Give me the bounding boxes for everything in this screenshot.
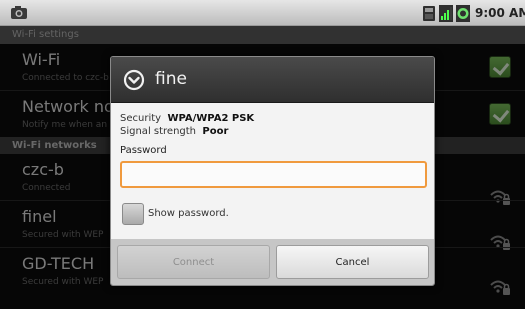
show-password-label: Show password. — [148, 208, 229, 219]
signal-info: Signal strength Poor — [120, 126, 228, 137]
status-icons: 9:00 AM — [422, 3, 525, 23]
security-value: WPA/WPA2 PSK — [167, 113, 255, 124]
chevron-down-circle-icon — [123, 69, 145, 91]
camera-icon — [11, 6, 27, 19]
password-label: Password — [120, 145, 167, 156]
dialog-buttons: Connect Cancel — [111, 239, 434, 285]
signal-value: Poor — [202, 126, 229, 137]
signal-label: Signal strength — [120, 126, 197, 137]
connect-button[interactable]: Connect — [117, 245, 270, 279]
wifi-password-dialog: fine Security WPA/WPA2 PSK Signal streng… — [110, 56, 435, 286]
security-label: Security — [120, 113, 162, 124]
battery-icon — [456, 4, 470, 22]
dialog-body: Security WPA/WPA2 PSK Signal strength Po… — [111, 103, 434, 239]
dialog-header: fine — [111, 57, 434, 103]
dialog-title: fine — [155, 69, 187, 89]
cancel-button[interactable]: Cancel — [276, 245, 429, 279]
storage-icon — [423, 5, 435, 21]
clock: 9:00 AM — [475, 6, 525, 20]
signal-icon — [439, 4, 453, 22]
security-info: Security WPA/WPA2 PSK — [120, 113, 254, 124]
show-password-checkbox[interactable] — [122, 203, 144, 225]
status-bar: 9:00 AM — [0, 0, 525, 26]
password-input[interactable] — [120, 161, 427, 188]
